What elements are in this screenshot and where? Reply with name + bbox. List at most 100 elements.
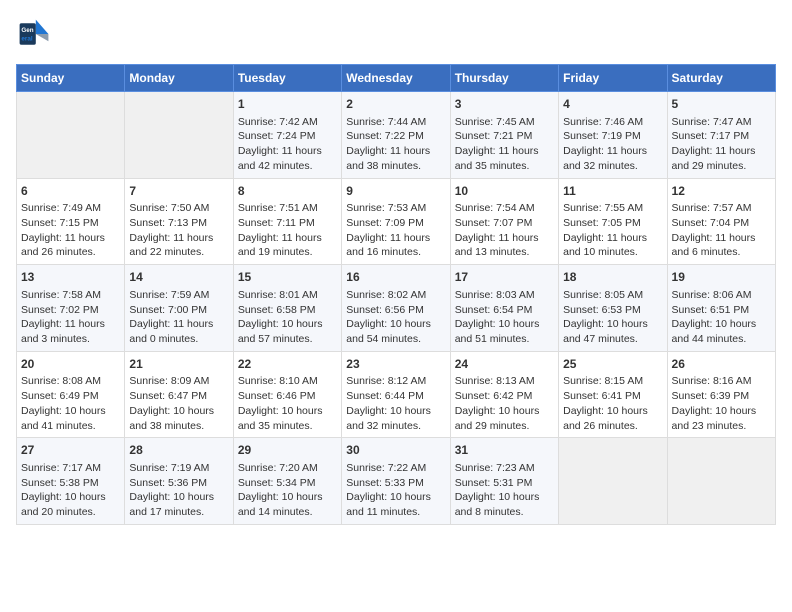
sunset-text: Sunset: 5:38 PM xyxy=(21,476,120,491)
calendar-cell: 2Sunrise: 7:44 AMSunset: 7:22 PMDaylight… xyxy=(342,92,450,179)
calendar-cell: 22Sunrise: 8:10 AMSunset: 6:46 PMDayligh… xyxy=(233,351,341,438)
daylight-text: Daylight: 10 hours and 8 minutes. xyxy=(455,490,554,519)
day-number: 21 xyxy=(129,356,228,373)
sunset-text: Sunset: 6:56 PM xyxy=(346,303,445,318)
sunrise-text: Sunrise: 7:22 AM xyxy=(346,461,445,476)
weekday-header: Sunday xyxy=(17,65,125,92)
sunrise-text: Sunrise: 8:13 AM xyxy=(455,374,554,389)
calendar-cell: 9Sunrise: 7:53 AMSunset: 7:09 PMDaylight… xyxy=(342,178,450,265)
daylight-text: Daylight: 11 hours and 35 minutes. xyxy=(455,144,554,173)
calendar-cell xyxy=(667,438,775,525)
sunset-text: Sunset: 7:15 PM xyxy=(21,216,120,231)
sunset-text: Sunset: 7:22 PM xyxy=(346,129,445,144)
sunset-text: Sunset: 6:53 PM xyxy=(563,303,662,318)
calendar-cell: 7Sunrise: 7:50 AMSunset: 7:13 PMDaylight… xyxy=(125,178,233,265)
weekday-header: Friday xyxy=(559,65,667,92)
sunrise-text: Sunrise: 7:59 AM xyxy=(129,288,228,303)
sunset-text: Sunset: 6:39 PM xyxy=(672,389,771,404)
daylight-text: Daylight: 11 hours and 10 minutes. xyxy=(563,231,662,260)
day-number: 5 xyxy=(672,96,771,113)
sunrise-text: Sunrise: 7:23 AM xyxy=(455,461,554,476)
daylight-text: Daylight: 10 hours and 44 minutes. xyxy=(672,317,771,346)
daylight-text: Daylight: 10 hours and 41 minutes. xyxy=(21,404,120,433)
calendar-cell: 8Sunrise: 7:51 AMSunset: 7:11 PMDaylight… xyxy=(233,178,341,265)
sunrise-text: Sunrise: 8:02 AM xyxy=(346,288,445,303)
daylight-text: Daylight: 10 hours and 54 minutes. xyxy=(346,317,445,346)
day-number: 15 xyxy=(238,269,337,286)
daylight-text: Daylight: 10 hours and 29 minutes. xyxy=(455,404,554,433)
calendar-cell: 16 Sunrise: 8:02 AMSunset: 6:56 PMDayligh… xyxy=(342,265,450,352)
svg-text:Gen: Gen xyxy=(21,27,33,34)
sunset-text: Sunset: 6:41 PM xyxy=(563,389,662,404)
calendar-cell: 10Sunrise: 7:54 AMSunset: 7:07 PMDayligh… xyxy=(450,178,558,265)
calendar-cell: 26Sunrise: 8:16 AMSunset: 6:39 PMDayligh… xyxy=(667,351,775,438)
calendar-cell: 31 Sunrise: 7:23 AMSunset: 5:31 PMDayligh… xyxy=(450,438,558,525)
sunset-text: Sunset: 6:58 PM xyxy=(238,303,337,318)
sunset-text: Sunset: 6:51 PM xyxy=(672,303,771,318)
sunset-text: Sunset: 6:54 PM xyxy=(455,303,554,318)
sunrise-text: Sunrise: 7:49 AM xyxy=(21,201,120,216)
daylight-text: Daylight: 10 hours and 47 minutes. xyxy=(563,317,662,346)
weekday-header: Saturday xyxy=(667,65,775,92)
day-number: 4 xyxy=(563,96,662,113)
day-number: 16 xyxy=(346,269,445,286)
sunrise-text: Sunrise: 8:15 AM xyxy=(563,374,662,389)
svg-text:eral: eral xyxy=(21,35,32,42)
sunset-text: Sunset: 7:11 PM xyxy=(238,216,337,231)
sunset-text: Sunset: 7:00 PM xyxy=(129,303,228,318)
calendar-cell: 4Sunrise: 7:46 AMSunset: 7:19 PMDaylight… xyxy=(559,92,667,179)
sunrise-text: Sunrise: 7:19 AM xyxy=(129,461,228,476)
sunset-text: Sunset: 6:46 PM xyxy=(238,389,337,404)
day-number: 11 xyxy=(563,183,662,200)
day-number: 24 xyxy=(455,356,554,373)
daylight-text: Daylight: 11 hours and 16 minutes. xyxy=(346,231,445,260)
logo-icon: Gen eral xyxy=(16,16,52,52)
sunrise-text: Sunrise: 7:44 AM xyxy=(346,115,445,130)
daylight-text: Daylight: 10 hours and 23 minutes. xyxy=(672,404,771,433)
sunset-text: Sunset: 7:24 PM xyxy=(238,129,337,144)
daylight-text: Daylight: 11 hours and 38 minutes. xyxy=(346,144,445,173)
day-number: 26 xyxy=(672,356,771,373)
sunrise-text: Sunrise: 7:57 AM xyxy=(672,201,771,216)
calendar-cell: 12Sunrise: 7:57 AMSunset: 7:04 PMDayligh… xyxy=(667,178,775,265)
daylight-text: Daylight: 10 hours and 57 minutes. xyxy=(238,317,337,346)
sunset-text: Sunset: 5:31 PM xyxy=(455,476,554,491)
calendar-cell: 20Sunrise: 8:08 AMSunset: 6:49 PMDayligh… xyxy=(17,351,125,438)
sunrise-text: Sunrise: 7:54 AM xyxy=(455,201,554,216)
daylight-text: Daylight: 10 hours and 38 minutes. xyxy=(129,404,228,433)
sunrise-text: Sunrise: 7:58 AM xyxy=(21,288,120,303)
sunset-text: Sunset: 7:21 PM xyxy=(455,129,554,144)
calendar-cell: 25Sunrise: 8:15 AMSunset: 6:41 PMDayligh… xyxy=(559,351,667,438)
day-number: 20 xyxy=(21,356,120,373)
sunrise-text: Sunrise: 7:50 AM xyxy=(129,201,228,216)
calendar-cell: 1Sunrise: 7:42 AMSunset: 7:24 PMDaylight… xyxy=(233,92,341,179)
sunrise-text: Sunrise: 8:08 AM xyxy=(21,374,120,389)
daylight-text: Daylight: 10 hours and 35 minutes. xyxy=(238,404,337,433)
daylight-text: Daylight: 11 hours and 32 minutes. xyxy=(563,144,662,173)
calendar-cell: 17Sunrise: 8:03 AMSunset: 6:54 PMDayligh… xyxy=(450,265,558,352)
sunset-text: Sunset: 5:34 PM xyxy=(238,476,337,491)
calendar-cell: 24Sunrise: 8:13 AMSunset: 6:42 PMDayligh… xyxy=(450,351,558,438)
calendar-cell: 23Sunrise: 8:12 AMSunset: 6:44 PMDayligh… xyxy=(342,351,450,438)
calendar-cell: 29Sunrise: 7:20 AMSunset: 5:34 PMDayligh… xyxy=(233,438,341,525)
daylight-text: Daylight: 10 hours and 32 minutes. xyxy=(346,404,445,433)
sunrise-text: Sunrise: 8:01 AM xyxy=(238,288,337,303)
day-number: 31 xyxy=(455,442,554,459)
sunrise-text: Sunrise: 7:53 AM xyxy=(346,201,445,216)
sunset-text: Sunset: 6:42 PM xyxy=(455,389,554,404)
day-number: 25 xyxy=(563,356,662,373)
sunrise-text: Sunrise: 8:12 AM xyxy=(346,374,445,389)
sunset-text: Sunset: 7:05 PM xyxy=(563,216,662,231)
page-header: Gen eral xyxy=(16,16,776,52)
sunset-text: Sunset: 5:36 PM xyxy=(129,476,228,491)
sunset-text: Sunset: 7:19 PM xyxy=(563,129,662,144)
day-number: 1 xyxy=(238,96,337,113)
daylight-text: Daylight: 11 hours and 0 minutes. xyxy=(129,317,228,346)
day-number: 8 xyxy=(238,183,337,200)
day-number: 30 xyxy=(346,442,445,459)
day-number: 7 xyxy=(129,183,228,200)
sunset-text: Sunset: 7:13 PM xyxy=(129,216,228,231)
daylight-text: Daylight: 11 hours and 42 minutes. xyxy=(238,144,337,173)
sunset-text: Sunset: 7:04 PM xyxy=(672,216,771,231)
calendar-cell: 21Sunrise: 8:09 AMSunset: 6:47 PMDayligh… xyxy=(125,351,233,438)
